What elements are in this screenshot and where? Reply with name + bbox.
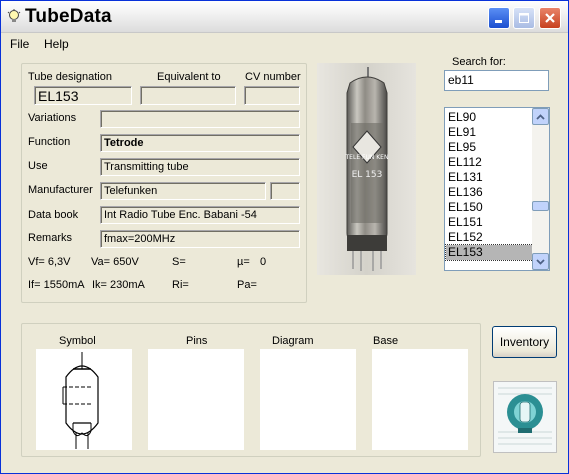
- title-bar[interactable]: TubeData: [1, 1, 568, 33]
- tube-image: TELE FUN KEN EL 153: [345, 67, 389, 271]
- diagram-label: Diagram: [272, 335, 314, 347]
- menu-bar: File Help: [1, 34, 568, 54]
- diagram-panel: [260, 349, 356, 450]
- lightbulb-icon: [7, 9, 21, 22]
- scroll-up-button[interactable]: [532, 108, 549, 125]
- search-input[interactable]: eb11: [444, 70, 549, 91]
- variations-label: Variations: [28, 112, 77, 124]
- spec-if: If= 1550mA: [28, 279, 85, 291]
- tube-list-item[interactable]: EL90: [446, 110, 533, 125]
- base-panel: [372, 349, 468, 450]
- tube-list-item[interactable]: EL152: [446, 230, 533, 245]
- spec-ri: Ri=: [172, 279, 189, 291]
- tube-list-item[interactable]: EL151: [446, 215, 533, 230]
- menu-help[interactable]: Help: [44, 37, 69, 51]
- tube-designation-label: Tube designation: [28, 71, 112, 83]
- manufacturer-label: Manufacturer: [28, 184, 93, 196]
- menu-help-label: Help: [44, 37, 69, 51]
- tube-photo: TELE FUN KEN EL 153: [317, 63, 416, 275]
- remarks-field[interactable]: fmax=200MHz: [100, 230, 300, 248]
- minimize-button[interactable]: [488, 7, 510, 29]
- close-icon: [545, 13, 555, 23]
- spec-vf: Vf= 6,3V: [28, 256, 71, 268]
- menu-file-label: File: [10, 37, 30, 51]
- equivalent-to-field[interactable]: [140, 86, 236, 105]
- list-scrollbar[interactable]: [532, 108, 549, 270]
- tube-list-item[interactable]: EL112: [446, 155, 533, 170]
- base-label: Base: [373, 335, 399, 347]
- maximize-icon: [519, 13, 529, 23]
- tube-model-marking: EL 153: [352, 170, 383, 180]
- tube-list-item[interactable]: EL95: [446, 140, 533, 155]
- inventory-button-label: Inventory: [499, 335, 550, 349]
- spec-mu: µ=: [237, 256, 250, 268]
- remarks-label: Remarks: [28, 232, 73, 244]
- scroll-down-button[interactable]: [532, 253, 549, 270]
- tubedata-window: TubeData File Help Tube designation Equi…: [0, 0, 569, 474]
- data-book-field[interactable]: Int Radio Tube Enc. Babani -54: [100, 206, 300, 224]
- inventory-button[interactable]: Inventory: [492, 326, 557, 358]
- menu-file[interactable]: File: [10, 37, 29, 51]
- spec-pa: Pa=: [237, 279, 257, 291]
- manufacturer-field[interactable]: Telefunken: [100, 182, 266, 200]
- tube-designation-field[interactable]: EL153: [34, 86, 132, 105]
- window-title: TubeData: [25, 6, 112, 27]
- app-logo: [493, 381, 557, 453]
- spec-mu-value: 0: [260, 256, 267, 268]
- symbol-label: Symbol: [59, 335, 96, 347]
- manufacturer-extra-field[interactable]: [270, 182, 300, 200]
- use-label: Use: [28, 160, 48, 172]
- data-book-label: Data book: [28, 209, 79, 221]
- cv-number-label: CV number: [245, 71, 301, 83]
- symbol-panel: [36, 349, 132, 450]
- spec-ik: Ik= 230mA: [92, 279, 145, 291]
- scroll-thumb[interactable]: [532, 201, 549, 211]
- tube-symbol-icon: [62, 352, 99, 449]
- minimize-icon: [495, 20, 502, 23]
- pins-label: Pins: [186, 335, 208, 347]
- tube-list-item[interactable]: EL91: [446, 125, 533, 140]
- spec-s: S=: [172, 256, 186, 268]
- function-label: Function: [28, 136, 71, 148]
- spec-va: Va= 650V: [91, 256, 139, 268]
- tube-list-item[interactable]: EL153: [445, 244, 534, 261]
- tube-brand-marking: TELE FUN KEN: [345, 154, 389, 161]
- search-for-label: Search for:: [452, 56, 506, 68]
- function-field[interactable]: Tetrode: [100, 134, 300, 152]
- maximize-button[interactable]: [513, 7, 535, 29]
- variations-field[interactable]: [100, 110, 300, 128]
- equivalent-to-label: Equivalent to: [157, 71, 221, 83]
- chevron-up-icon: [536, 113, 545, 120]
- cv-number-field[interactable]: [244, 86, 300, 105]
- tube-list-item[interactable]: EL131: [446, 170, 533, 185]
- tube-list-item[interactable]: EL136: [446, 185, 533, 200]
- tube-listbox[interactable]: EL90 EL91 EL95 EL112 EL131 EL136 EL150 EL151 EL1…: [444, 107, 550, 271]
- close-button[interactable]: [539, 7, 561, 29]
- use-field[interactable]: Transmitting tube: [100, 158, 300, 176]
- tube-list-item[interactable]: EL150: [446, 200, 533, 215]
- tube-logo-icon: [494, 382, 556, 452]
- pins-panel: [148, 349, 244, 450]
- chevron-down-icon: [536, 258, 545, 265]
